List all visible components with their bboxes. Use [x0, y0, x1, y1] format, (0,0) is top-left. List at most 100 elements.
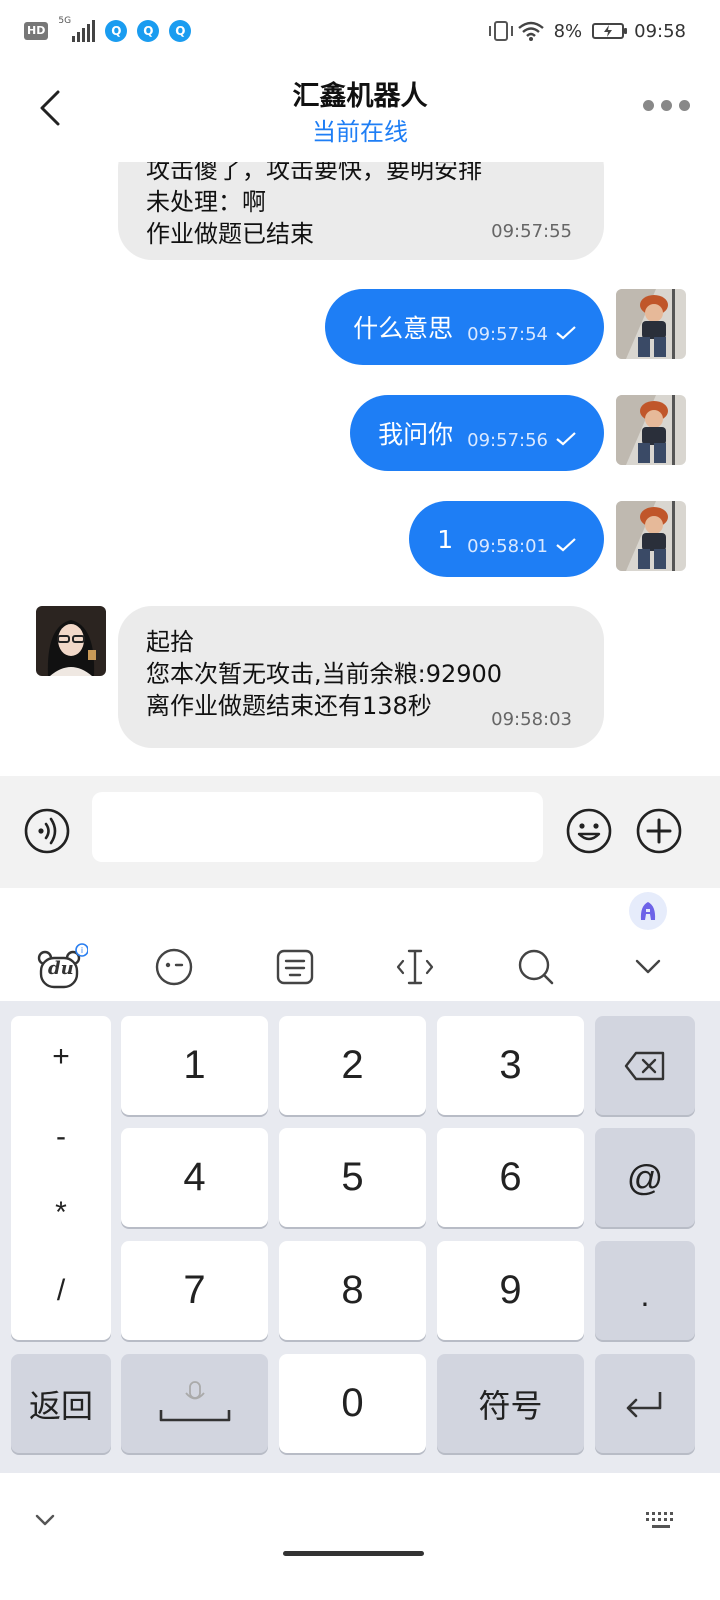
symbol-key-slash[interactable]: / [11, 1274, 111, 1308]
wink-face-icon [155, 948, 193, 986]
space-key[interactable] [121, 1354, 268, 1453]
clipboard-icon [276, 949, 314, 985]
emoji-button[interactable] [566, 808, 612, 858]
search-icon [518, 949, 554, 985]
voice-icon [24, 808, 70, 854]
voice-input-button[interactable] [24, 808, 70, 858]
home-indicator[interactable] [283, 1551, 424, 1556]
ai-assistant-icon [640, 902, 656, 920]
clipboard-button[interactable] [273, 934, 317, 1000]
ai-assistant-button[interactable] [629, 892, 667, 930]
at-key[interactable]: @ [595, 1128, 695, 1227]
message-bubble-received[interactable]: 攻击傻了，攻击要快，要明安排 未处理：啊 作业做题已结束 09:57:55 [118, 162, 604, 260]
more-button[interactable] [643, 100, 690, 111]
message-line: 攻击傻了，攻击要快，要明安排 [146, 162, 482, 184]
message-line: 起拾 [146, 628, 194, 656]
clock: 09:58 [634, 20, 686, 42]
cursor-move-button[interactable] [393, 934, 437, 1000]
status-left: HD 5G Q Q Q [24, 16, 192, 42]
key-0[interactable]: 0 [279, 1354, 426, 1453]
bot-avatar[interactable] [36, 606, 106, 676]
vibrate-icon [488, 21, 513, 41]
message-time: 09:58:01 [467, 535, 548, 557]
chevron-down-icon [35, 1514, 55, 1526]
space-mic-icon [159, 1380, 230, 1421]
key-5[interactable]: 5 [279, 1128, 426, 1227]
backspace-key[interactable] [595, 1016, 695, 1115]
avatar-image [36, 606, 106, 676]
symbol-key-asterisk[interactable]: * [11, 1196, 111, 1230]
hide-keyboard-button[interactable] [34, 1512, 56, 1531]
text-cursor-icon [396, 949, 434, 985]
sent-check-icon [556, 538, 576, 552]
avatar-image [616, 501, 686, 571]
battery-icon [592, 23, 628, 39]
backspace-icon [624, 1051, 665, 1080]
more-dot [643, 100, 654, 111]
chevron-down-icon [635, 959, 661, 974]
qq-notification-icon: Q [169, 20, 192, 42]
message-input[interactable] [92, 792, 543, 862]
symbol-key-minus[interactable]: - [11, 1120, 111, 1154]
network-type: 5G [58, 16, 72, 26]
chat-title: 汇鑫机器人 [292, 81, 428, 112]
online-status: 当前在线 [312, 118, 408, 146]
sent-check-icon [556, 326, 576, 340]
du-assistant-button[interactable]: i du [34, 934, 90, 1000]
key-2[interactable]: 2 [279, 1016, 426, 1115]
plus-circle-icon [636, 808, 682, 854]
du-label: du [48, 958, 74, 979]
key-4[interactable]: 4 [121, 1128, 268, 1227]
key-7[interactable]: 7 [121, 1241, 268, 1340]
key-8[interactable]: 8 [279, 1241, 426, 1340]
qq-notification-icon: Q [105, 20, 128, 42]
battery-percent: 8% [553, 20, 583, 42]
svg-text:i: i [81, 946, 83, 955]
wifi-icon [517, 21, 544, 41]
message-bubble-received[interactable]: 起拾 您本次暂无攻击,当前余粮:92900 离作业做题结束还有138秒 09:5… [118, 606, 604, 748]
switch-keyboard-button[interactable] [644, 1510, 678, 1536]
chat-header: 汇鑫机器人 当前在线 [0, 62, 720, 162]
signal-icon: 5G [58, 16, 96, 42]
enter-key[interactable] [595, 1354, 695, 1453]
collapse-keyboard-button[interactable] [626, 934, 670, 1000]
key-9[interactable]: 9 [437, 1241, 584, 1340]
hd-badge: HD [24, 22, 49, 40]
message-bubble-sent[interactable]: 我问你 09:57:56 [350, 395, 604, 471]
message-text: 1 [437, 524, 454, 554]
back-key[interactable]: 返回 [11, 1354, 111, 1453]
status-bar: HD 5G Q Q Q 8% 09:58 [0, 0, 720, 62]
smiley-icon [566, 808, 612, 854]
symbol-column[interactable]: + - * / [11, 1016, 111, 1340]
keyboard-toolbar: i du [0, 934, 720, 1000]
message-text: 我问你 [378, 420, 454, 449]
my-avatar[interactable] [616, 395, 686, 465]
symbol-key-plus[interactable]: + [11, 1040, 111, 1074]
message-time: 09:57:55 [491, 221, 572, 242]
sent-check-icon [556, 432, 576, 446]
message-list[interactable]: 攻击傻了，攻击要快，要明安排 未处理：啊 作业做题已结束 09:57:55 什么… [0, 162, 720, 776]
symbol-key[interactable]: 符号 [437, 1354, 584, 1453]
message-line: 您本次暂无攻击,当前余粮:92900 [146, 660, 503, 688]
avatar-image [616, 395, 686, 465]
message-time: 09:58:03 [491, 709, 572, 730]
status-right: 8% 09:58 [488, 20, 686, 42]
qq-notification-icon: Q [137, 20, 160, 42]
more-actions-button[interactable] [636, 808, 682, 858]
message-bubble-sent[interactable]: 1 09:58:01 [409, 501, 604, 577]
key-3[interactable]: 3 [437, 1016, 584, 1115]
keyboard-nav-bar [0, 1474, 720, 1600]
search-button[interactable] [514, 934, 558, 1000]
key-1[interactable]: 1 [121, 1016, 268, 1115]
message-input-bar [0, 776, 720, 888]
emoticon-button[interactable] [152, 934, 196, 1000]
message-text: 什么意思 [353, 314, 454, 343]
charging-icon [604, 25, 613, 37]
my-avatar[interactable] [616, 289, 686, 359]
more-dot [661, 100, 672, 111]
key-6[interactable]: 6 [437, 1128, 584, 1227]
my-avatar[interactable] [616, 501, 686, 571]
more-dot [679, 100, 690, 111]
dot-key[interactable]: . [595, 1241, 695, 1340]
message-bubble-sent[interactable]: 什么意思 09:57:54 [325, 289, 604, 365]
